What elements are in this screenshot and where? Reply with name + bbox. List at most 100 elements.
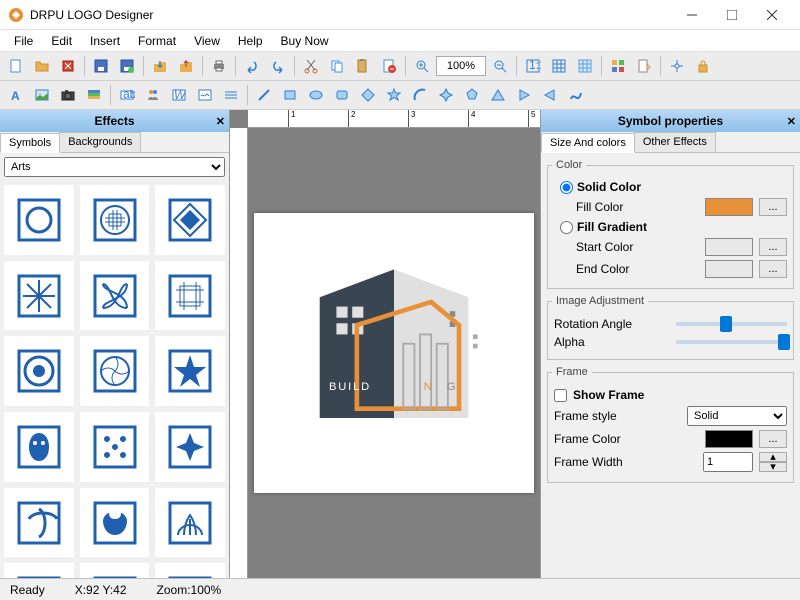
canvas[interactable]: BUILD N G — [248, 128, 540, 578]
solid-color-radio-input[interactable] — [560, 181, 573, 194]
symbol-tile[interactable] — [155, 488, 225, 558]
minimize-button[interactable] — [672, 1, 712, 29]
arc-shape[interactable] — [408, 83, 432, 107]
polygon-shape[interactable] — [460, 83, 484, 107]
grid-alt-button[interactable] — [573, 54, 597, 78]
effects-panel-close[interactable]: ✕ — [216, 115, 225, 128]
text-box-tool[interactable]: ab — [115, 83, 139, 107]
symbol-tile[interactable] — [4, 488, 74, 558]
lines-tool[interactable] — [219, 83, 243, 107]
redo-button[interactable] — [266, 54, 290, 78]
save-button[interactable] — [89, 54, 113, 78]
paste-button[interactable] — [351, 54, 375, 78]
symbol-tile[interactable] — [4, 261, 74, 331]
star4-shape[interactable] — [434, 83, 458, 107]
symbol-tile[interactable] — [80, 412, 150, 482]
symbol-tile[interactable] — [155, 261, 225, 331]
frame-color-swatch[interactable] — [705, 430, 753, 448]
symbol-tile[interactable] — [80, 488, 150, 558]
symbol-tile[interactable] — [80, 336, 150, 406]
page-setup-button[interactable] — [632, 54, 656, 78]
gradient-radio[interactable]: Fill Gradient — [560, 220, 787, 234]
color-picker-button[interactable] — [606, 54, 630, 78]
copy-button[interactable] — [325, 54, 349, 78]
symbol-tile[interactable] — [155, 563, 225, 578]
menu-view[interactable]: View — [186, 32, 228, 50]
symbol-tile[interactable] — [155, 336, 225, 406]
grid-button[interactable] — [547, 54, 571, 78]
symbol-tile[interactable] — [80, 261, 150, 331]
ellipse-shape[interactable] — [304, 83, 328, 107]
center-button[interactable] — [665, 54, 689, 78]
tab-backgrounds[interactable]: Backgrounds — [59, 132, 141, 152]
end-color-picker[interactable]: ... — [759, 260, 787, 278]
symbol-tile[interactable] — [80, 563, 150, 578]
tab-size-colors[interactable]: Size And colors — [541, 133, 635, 153]
menu-help[interactable]: Help — [230, 32, 271, 50]
end-color-swatch[interactable] — [705, 260, 753, 278]
fill-color-swatch[interactable] — [705, 198, 753, 216]
rect-shape[interactable] — [278, 83, 302, 107]
frame-width-down[interactable]: ▾ — [759, 462, 787, 472]
star-shape[interactable] — [382, 83, 406, 107]
rounded-rect-shape[interactable] — [330, 83, 354, 107]
import-button[interactable] — [174, 54, 198, 78]
symbol-tile[interactable] — [155, 412, 225, 482]
open-button[interactable] — [30, 54, 54, 78]
print-button[interactable] — [207, 54, 231, 78]
wordart-tool[interactable]: W — [167, 83, 191, 107]
properties-panel-close[interactable]: ✕ — [787, 115, 796, 128]
menu-buy-now[interactable]: Buy Now — [273, 32, 337, 50]
curve-shape[interactable] — [564, 83, 588, 107]
category-select[interactable]: Arts — [4, 157, 225, 177]
layers-tool[interactable] — [82, 83, 106, 107]
start-color-swatch[interactable] — [705, 238, 753, 256]
canvas-page[interactable]: BUILD N G — [254, 213, 534, 493]
text-tool-a[interactable]: A — [4, 83, 28, 107]
lock-button[interactable] — [691, 54, 715, 78]
export-button[interactable] — [148, 54, 172, 78]
solid-color-radio[interactable]: Solid Color — [560, 180, 787, 194]
frame-color-picker[interactable]: ... — [759, 430, 787, 448]
start-color-picker[interactable]: ... — [759, 238, 787, 256]
fill-color-picker[interactable]: ... — [759, 198, 787, 216]
symbol-tile[interactable] — [4, 412, 74, 482]
close-button[interactable] — [752, 1, 792, 29]
fit-button[interactable]: 1:1 — [521, 54, 545, 78]
symbol-tile[interactable] — [4, 336, 74, 406]
delete-button[interactable] — [377, 54, 401, 78]
image-tool[interactable] — [30, 83, 54, 107]
symbol-tile[interactable] — [4, 185, 74, 255]
tab-other-effects[interactable]: Other Effects — [634, 132, 716, 152]
new-button[interactable] — [4, 54, 28, 78]
rotation-slider[interactable] — [676, 322, 788, 326]
menu-file[interactable]: File — [6, 32, 41, 50]
people-tool[interactable] — [141, 83, 165, 107]
save-as-button[interactable] — [115, 54, 139, 78]
show-frame-checkbox[interactable] — [554, 389, 567, 402]
tab-symbols[interactable]: Symbols — [0, 133, 60, 153]
close-file-button[interactable] — [56, 54, 80, 78]
back-shape[interactable] — [538, 83, 562, 107]
frame-width-input[interactable] — [703, 452, 753, 472]
zoom-in-button[interactable] — [410, 54, 434, 78]
camera-tool[interactable] — [56, 83, 80, 107]
triangle-shape[interactable] — [486, 83, 510, 107]
symbol-tile[interactable] — [80, 185, 150, 255]
signature-tool[interactable] — [193, 83, 217, 107]
line-shape[interactable] — [252, 83, 276, 107]
menu-edit[interactable]: Edit — [43, 32, 80, 50]
maximize-button[interactable] — [712, 1, 752, 29]
symbol-tile[interactable] — [155, 185, 225, 255]
diamond-shape[interactable] — [356, 83, 380, 107]
play-shape[interactable] — [512, 83, 536, 107]
menu-format[interactable]: Format — [130, 32, 184, 50]
undo-button[interactable] — [240, 54, 264, 78]
frame-style-select[interactable]: Solid — [687, 406, 787, 426]
zoom-value[interactable]: 100% — [436, 56, 486, 76]
symbol-tile[interactable] — [4, 563, 74, 578]
logo-artwork[interactable]: BUILD N G — [264, 223, 524, 483]
alpha-slider[interactable] — [676, 340, 788, 344]
gradient-radio-input[interactable] — [560, 221, 573, 234]
cut-button[interactable] — [299, 54, 323, 78]
